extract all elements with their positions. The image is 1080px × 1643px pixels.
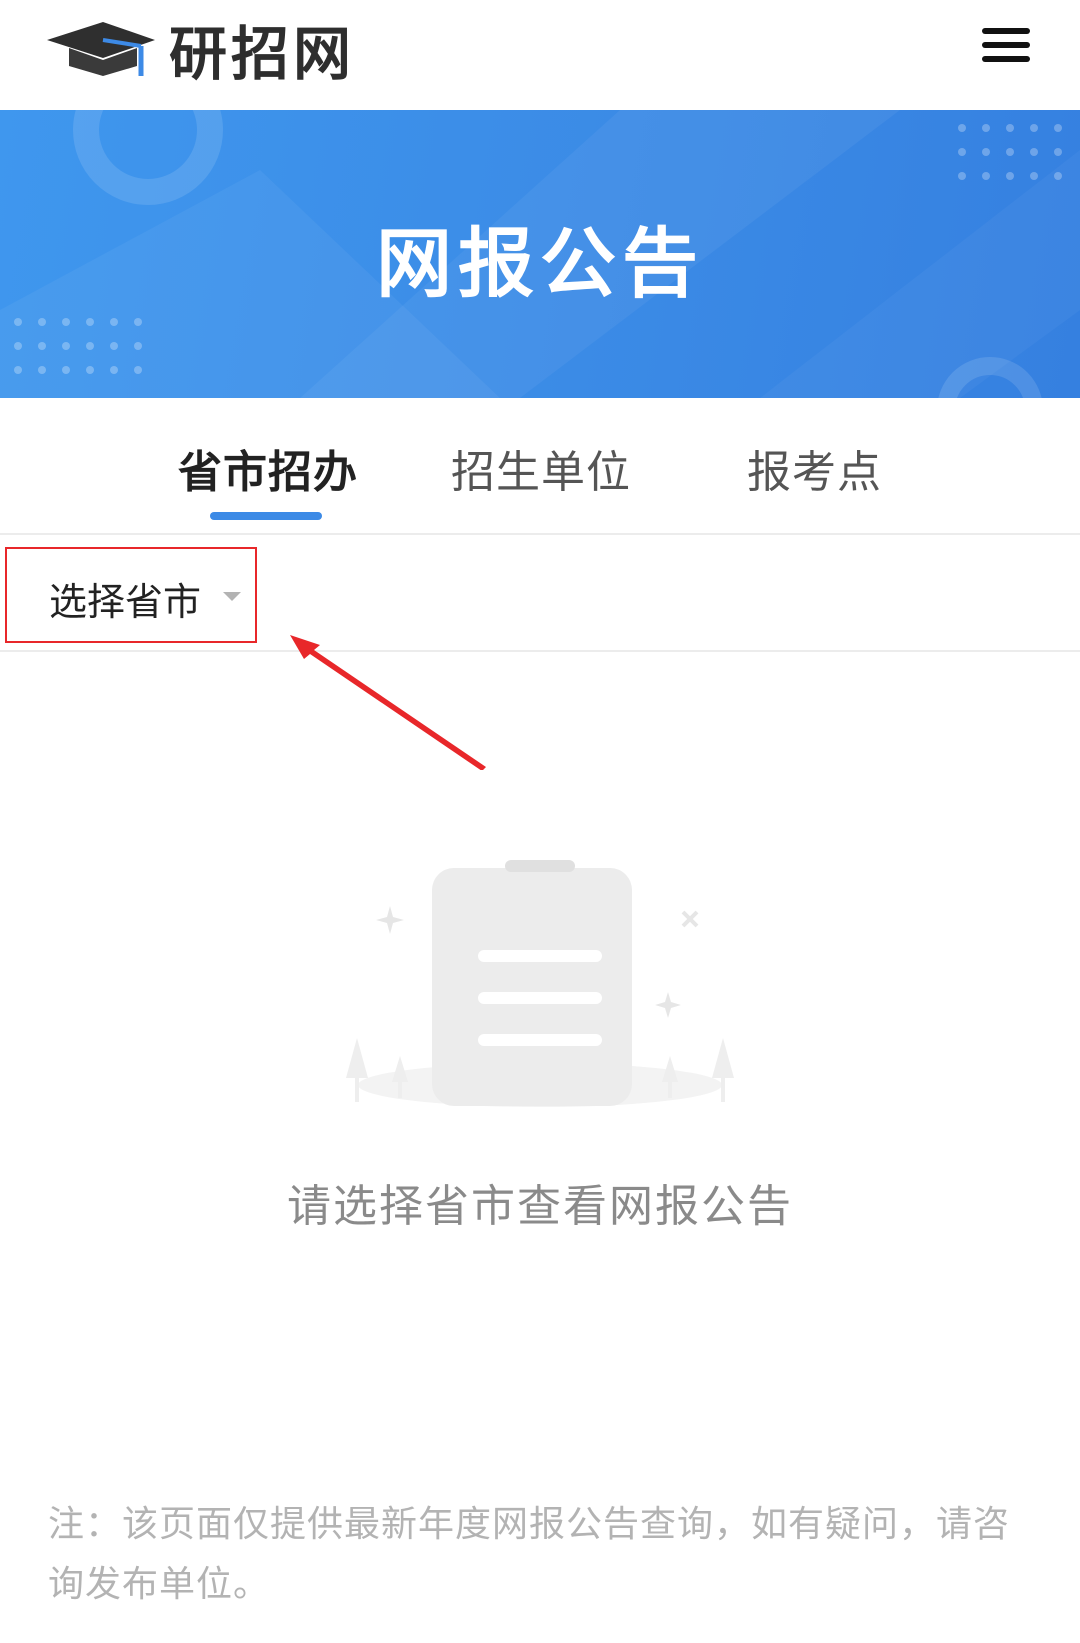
page-title: 网报公告 xyxy=(376,219,704,308)
empty-document-icon xyxy=(346,860,734,1107)
empty-state-message: 请选择省市查看网报公告 xyxy=(287,1181,793,1232)
banner: 网报公告 xyxy=(0,110,1080,398)
hamburger-menu-icon xyxy=(982,28,1030,34)
graduation-cap-icon xyxy=(47,22,155,76)
province-select-label: 选择省市 xyxy=(49,580,202,624)
footer-note: 注：该页面仅提供最新年度网报公告查询，如有疑问，请咨询发布单位。 xyxy=(48,1504,1011,1605)
logo-text: 研招网 xyxy=(169,20,356,88)
top-header: 研招网 xyxy=(0,0,1080,111)
menu-button[interactable] xyxy=(982,28,1030,68)
active-tab-indicator xyxy=(210,512,322,520)
annotation-arrow-icon xyxy=(290,635,486,770)
tab-enrollment-unit[interactable]: 招生单位 xyxy=(451,436,631,500)
tab-bar: 省市招办 招生单位 报考点 xyxy=(0,398,1080,535)
site-logo[interactable]: 研招网 xyxy=(45,14,355,88)
province-select-dropdown[interactable]: 选择省市 xyxy=(5,547,257,643)
filter-row: 选择省市 xyxy=(0,535,1080,652)
tab-provincial-office[interactable]: 省市招办 xyxy=(178,436,358,500)
caret-down-icon xyxy=(223,592,241,601)
tab-exam-site[interactable]: 报考点 xyxy=(747,436,882,500)
